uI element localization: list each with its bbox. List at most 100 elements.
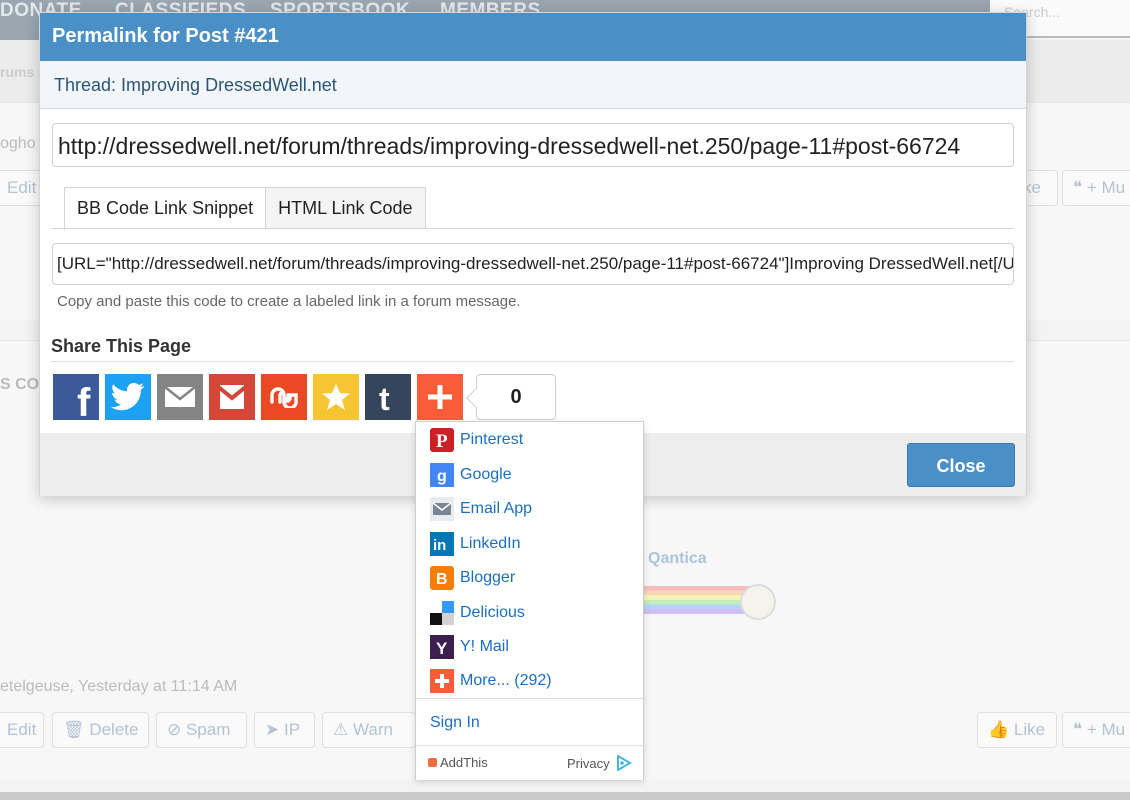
signature-link[interactable]: Qantica	[648, 550, 707, 568]
share-divider	[51, 361, 1014, 362]
share-counter: 0	[476, 374, 556, 420]
share-item-yahoo-mail[interactable]: Y Y! Mail	[430, 635, 509, 659]
tab-bb-code[interactable]: BB Code Link Snippet	[64, 187, 267, 230]
share-item-email-app[interactable]: Email App	[430, 497, 532, 521]
svg-text:f: f	[77, 381, 91, 420]
gmail-share-button[interactable]	[209, 374, 255, 420]
post-warn-label: Warn	[352, 720, 393, 739]
svg-text:g: g	[437, 468, 447, 485]
blogger-icon: B	[430, 566, 454, 590]
share-heading: Share This Page	[51, 336, 192, 356]
quote-icon: ❝	[1073, 720, 1087, 739]
thread-title: Thread: Improving DressedWell.net	[40, 61, 1026, 109]
star-icon	[322, 384, 350, 410]
share-item-google[interactable]: g Google	[430, 463, 512, 487]
post-warn-button[interactable]: ⚠ Warn	[322, 712, 416, 748]
share-item-label: Delicious	[460, 604, 525, 621]
post-like-label: Like	[1013, 720, 1046, 739]
privacy-label: Privacy	[567, 755, 610, 771]
email-share-button[interactable]	[157, 374, 203, 420]
tumblr-share-button[interactable]: t	[365, 374, 411, 420]
share-item-delicious[interactable]: Delicious	[430, 601, 525, 625]
quote-icon: ❝	[1073, 178, 1087, 197]
location-arrow-icon: ➤	[265, 720, 284, 739]
share-item-label: More... (292)	[460, 672, 552, 689]
plus-icon	[428, 385, 452, 409]
share-item-label: Email App	[460, 500, 533, 517]
share-item-linkedin[interactable]: in LinkedIn	[430, 532, 521, 556]
facebook-share-button[interactable]: f	[53, 374, 99, 420]
thumbs-up-icon: 👍	[988, 720, 1014, 739]
linkedin-icon: in	[430, 532, 454, 556]
svg-text:B: B	[436, 571, 448, 588]
post-author: ogho	[0, 135, 36, 152]
stumbleupon-share-button[interactable]	[261, 374, 307, 420]
share-item-label: Pinterest	[460, 431, 524, 448]
post-multiquote-label: + Mu	[1086, 178, 1126, 197]
background-footer-strip	[0, 792, 1130, 800]
post-multiquote-button[interactable]: ❝ + Mu	[1062, 712, 1130, 748]
yahoo-mail-icon: Y	[430, 635, 454, 659]
addthis-brand-label: AddThis	[440, 755, 488, 770]
post-edit-button[interactable]: Edit	[0, 712, 44, 748]
bb-code-hint: Copy and paste this code to create a lab…	[57, 293, 521, 310]
facebook-icon: f	[77, 381, 91, 420]
pinterest-icon: P	[430, 428, 454, 452]
post-edit-label: Edit	[7, 720, 37, 739]
delicious-icon	[430, 601, 454, 625]
svg-text:in: in	[433, 537, 446, 554]
tumblr-icon: t	[379, 381, 390, 417]
breadcrumb: rums	[0, 64, 35, 80]
twitter-share-button[interactable]	[105, 374, 151, 420]
google-icon: g	[430, 463, 454, 487]
svg-text:Y: Y	[436, 639, 448, 658]
stumbleupon-icon	[270, 387, 298, 408]
addthis-footer: AddThis Privacy	[416, 746, 643, 780]
addthis-brand-link[interactable]: AddThis	[428, 755, 488, 770]
post-delete-button[interactable]: 🗑 Delete	[52, 712, 149, 748]
dropdown-divider	[416, 698, 643, 699]
share-item-blogger[interactable]: B Blogger	[430, 566, 515, 590]
svg-text:P: P	[436, 431, 448, 452]
close-button[interactable]: Close	[907, 443, 1015, 487]
twitter-icon	[111, 383, 145, 411]
addthis-logo-icon	[428, 758, 437, 767]
favorites-share-button[interactable]	[313, 374, 359, 420]
signature-rainbow-image	[640, 586, 750, 614]
share-item-pinterest[interactable]: P Pinterest	[430, 428, 523, 452]
post-spam-button[interactable]: ⊘ Spam	[156, 712, 247, 748]
share-item-more[interactable]: More... (292)	[430, 669, 552, 693]
permalink-url-input[interactable]: http://dressedwell.net/forum/threads/imp…	[52, 123, 1014, 167]
sign-in-link[interactable]: Sign In	[430, 714, 480, 732]
post-edit-button[interactable]: Edit	[0, 170, 44, 206]
addthis-more-button[interactable]	[417, 374, 463, 420]
share-item-label: LinkedIn	[460, 535, 521, 552]
trash-icon: 🗑	[63, 720, 90, 739]
tab-html-code[interactable]: HTML Link Code	[266, 187, 426, 229]
tabs-divider	[52, 228, 1014, 229]
share-item-label: Blogger	[460, 569, 516, 586]
warning-icon: ⚠	[333, 720, 353, 739]
svg-text:t: t	[379, 381, 390, 417]
addthis-dropdown: P Pinterest g Google Email App in Linked…	[415, 421, 644, 780]
section-heading: S CO	[0, 376, 40, 393]
email-app-icon	[430, 497, 454, 521]
post-ip-label: IP	[283, 720, 301, 739]
modal-title: Permalink for Post #421	[40, 13, 1026, 61]
post-ip-button[interactable]: ➤ IP	[254, 712, 315, 748]
envelope-icon	[164, 386, 196, 407]
spam-icon: ⊘	[167, 720, 186, 739]
signature-cat-image	[740, 584, 776, 620]
post-delete-label: Delete	[89, 720, 139, 739]
share-item-label: Google	[460, 466, 512, 483]
link-code-tabs: BB Code Link Snippet HTML Link Code	[64, 187, 426, 230]
share-buttons: f t	[53, 374, 463, 420]
post-like-button[interactable]: 👍 Like	[977, 712, 1057, 748]
bb-code-input[interactable]: [URL="http://dressedwell.net/forum/threa…	[52, 243, 1014, 285]
post-multiquote-button[interactable]: ❝ + Mu	[1062, 170, 1130, 206]
gmail-icon	[215, 384, 249, 409]
post-edit-label: Edit	[7, 178, 37, 197]
adchoices-icon	[616, 755, 632, 771]
more-icon	[430, 669, 454, 693]
privacy-link[interactable]: Privacy	[567, 755, 632, 771]
